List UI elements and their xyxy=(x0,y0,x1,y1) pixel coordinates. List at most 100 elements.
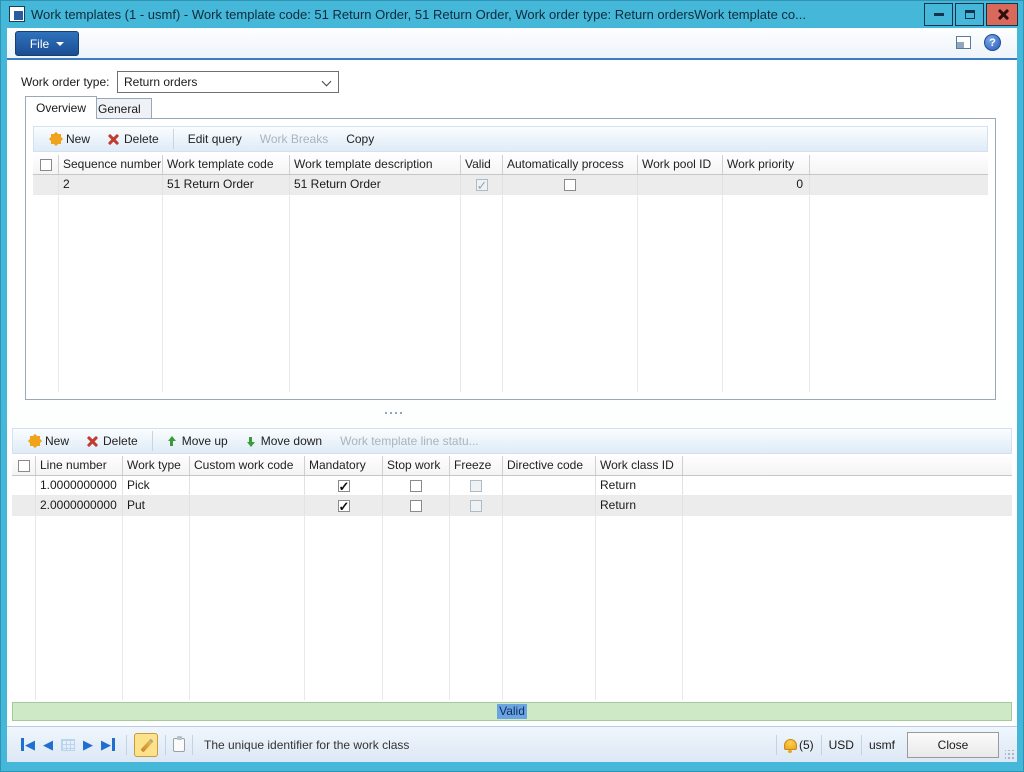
select-all-checkbox[interactable] xyxy=(40,159,52,171)
move-down-button[interactable]: Move down xyxy=(237,430,331,452)
cell-work-class-id: Return xyxy=(596,496,683,515)
column-header[interactable]: Freeze xyxy=(450,456,503,475)
column-header[interactable]: Sequence number xyxy=(59,155,163,174)
toolbar-separator xyxy=(152,431,153,451)
notes-icon[interactable] xyxy=(173,738,185,752)
app-window: Work templates (1 - usmf) - Work templat… xyxy=(0,0,1024,772)
column-header[interactable]: Stop work xyxy=(383,456,450,475)
delete-line-button[interactable]: Delete xyxy=(78,430,147,452)
column-header[interactable]: Work template description xyxy=(290,155,461,174)
table-row[interactable]: 2.0000000000 Put Return xyxy=(12,496,1012,516)
work-order-type-value: Return orders xyxy=(124,75,197,89)
work-order-type-select[interactable]: Return orders xyxy=(117,71,339,93)
minimize-button[interactable] xyxy=(924,3,953,26)
overview-tab-panel: New Delete Edit query Work Breaks Copy xyxy=(25,118,996,400)
work-order-type-label: Work order type: xyxy=(21,75,109,89)
select-all-cell xyxy=(33,155,59,174)
validation-status-text: Valid xyxy=(497,704,527,719)
company-indicator[interactable]: usmf xyxy=(869,738,895,752)
column-header[interactable]: Work priority xyxy=(723,155,810,174)
close-button[interactable]: Close xyxy=(907,732,999,758)
column-header-spacer xyxy=(810,155,988,174)
column-header[interactable]: Work template code xyxy=(163,155,290,174)
window-layout-icon[interactable] xyxy=(956,36,971,49)
new-icon xyxy=(30,436,40,446)
table-row[interactable]: 1.0000000000 Pick Return xyxy=(12,476,1012,496)
cell-work-priority: 0 xyxy=(723,175,810,194)
statusbar-separator xyxy=(776,735,777,755)
resize-grip[interactable] xyxy=(1005,750,1015,760)
bell-icon xyxy=(784,739,797,750)
next-record-button[interactable] xyxy=(83,738,93,751)
first-record-button[interactable] xyxy=(21,738,35,751)
last-record-button[interactable] xyxy=(101,738,115,751)
maximize-button[interactable] xyxy=(955,3,984,26)
minimize-icon xyxy=(934,13,944,16)
grid-view-icon[interactable] xyxy=(61,739,75,751)
select-all-checkbox[interactable] xyxy=(18,460,30,472)
cell-stop-work xyxy=(383,496,450,515)
stop-work-checkbox[interactable] xyxy=(410,500,422,512)
column-header[interactable]: Work type xyxy=(123,456,190,475)
file-menu-label: File xyxy=(30,37,49,51)
column-header[interactable]: Custom work code xyxy=(190,456,305,475)
cell-work-type: Put xyxy=(123,496,190,515)
row-select-cell[interactable] xyxy=(12,476,36,495)
work-template-line-status-button: Work template line statu... xyxy=(331,430,488,452)
splitter-grip-icon xyxy=(385,412,402,414)
client-area: File ? Work order type: Return orders Ov… xyxy=(7,28,1017,762)
window-controls xyxy=(922,3,1018,26)
toolbar-separator xyxy=(173,129,174,149)
move-up-button[interactable]: Move up xyxy=(158,430,237,452)
mandatory-checkbox[interactable] xyxy=(338,500,350,512)
help-icon[interactable]: ? xyxy=(984,34,1001,51)
stop-work-checkbox[interactable] xyxy=(410,480,422,492)
file-menu-button[interactable]: File xyxy=(15,31,79,56)
new-button[interactable]: New xyxy=(42,128,99,150)
currency-indicator[interactable]: USD xyxy=(829,738,854,752)
automatically-process-checkbox[interactable] xyxy=(564,179,576,191)
tab-overview[interactable]: Overview xyxy=(25,96,97,119)
cell-freeze xyxy=(450,496,503,515)
maximize-icon xyxy=(965,10,975,19)
copy-button[interactable]: Copy xyxy=(337,128,383,150)
window-title: Work templates (1 - usmf) - Work templat… xyxy=(31,7,901,22)
table-row[interactable]: 2 51 Return Order 51 Return Order 0 xyxy=(33,175,988,195)
column-header[interactable]: Automatically process xyxy=(503,155,638,174)
validation-status-field[interactable]: Valid xyxy=(12,702,1012,721)
cell-sequence-number: 2 xyxy=(59,175,163,194)
statusbar-separator xyxy=(861,735,862,755)
freeze-checkbox xyxy=(470,480,482,492)
column-header[interactable]: Work class ID xyxy=(596,456,683,475)
alerts-button[interactable]: (5) xyxy=(784,738,814,752)
cell-directive-code xyxy=(503,496,596,515)
cell-stop-work xyxy=(383,476,450,495)
previous-record-button[interactable] xyxy=(43,738,53,751)
new-line-button[interactable]: New xyxy=(21,430,78,452)
top-grid-toolbar: New Delete Edit query Work Breaks Copy xyxy=(33,126,988,152)
cell-work-type: Pick xyxy=(123,476,190,495)
column-header[interactable]: Directive code xyxy=(503,456,596,475)
column-header[interactable]: Work pool ID xyxy=(638,155,723,174)
mandatory-checkbox[interactable] xyxy=(338,480,350,492)
grid-header-row: Sequence number Work template code Work … xyxy=(33,155,988,175)
delete-button[interactable]: Delete xyxy=(99,128,168,150)
column-header[interactable]: Line number xyxy=(36,456,123,475)
cell-work-pool-id xyxy=(638,175,723,194)
row-select-cell[interactable] xyxy=(12,496,36,515)
edit-record-button[interactable] xyxy=(134,733,158,757)
menu-bar: File ? xyxy=(7,28,1017,60)
work-breaks-label: Work Breaks xyxy=(260,132,328,146)
panel-splitter[interactable] xyxy=(7,400,1017,428)
row-select-cell[interactable] xyxy=(33,175,59,194)
column-header[interactable]: Valid xyxy=(461,155,503,174)
cell-mandatory xyxy=(305,476,383,495)
cell-work-class-id: Return xyxy=(596,476,683,495)
delete-icon xyxy=(108,134,119,145)
arrow-up-icon xyxy=(167,436,177,447)
close-window-button[interactable] xyxy=(986,3,1018,26)
edit-query-button[interactable]: Edit query xyxy=(179,128,251,150)
column-header[interactable]: Mandatory xyxy=(305,456,383,475)
move-down-label: Move down xyxy=(261,434,322,448)
statusbar-right-group: (5) USD usmf Close xyxy=(769,732,1007,758)
